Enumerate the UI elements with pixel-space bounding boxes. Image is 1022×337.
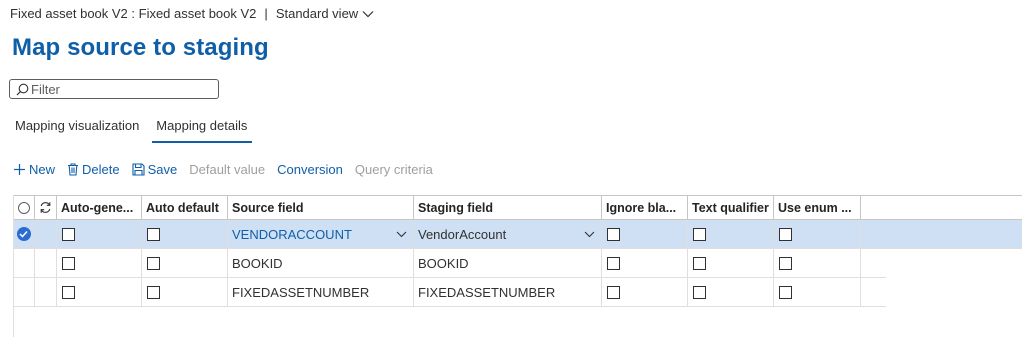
table-row[interactable]: BOOKID BOOKID xyxy=(13,249,886,278)
filter-box[interactable] xyxy=(9,79,219,99)
checkbox-box xyxy=(693,256,706,270)
staging-field-value[interactable]: FIXEDASSETNUMBER xyxy=(414,278,602,306)
save-button[interactable]: Save xyxy=(132,162,178,177)
refresh-icon xyxy=(40,202,51,213)
source-field-value: VENDORACCOUNT xyxy=(232,226,352,242)
col-header-text-qualifier[interactable]: Text qualifier xyxy=(688,196,774,219)
source-field-dropdown[interactable]: VENDORACCOUNT xyxy=(228,220,414,248)
checkbox-box xyxy=(147,285,160,299)
row-select[interactable] xyxy=(13,278,35,306)
use-enum-checkbox[interactable] xyxy=(774,220,861,248)
checkbox-box xyxy=(62,285,75,299)
checkbox-box xyxy=(62,256,75,270)
grid-body: VENDORACCOUNT VendorAccount BOOKID BOOKI… xyxy=(13,220,1022,307)
new-label: New xyxy=(29,162,56,177)
row-spacer xyxy=(35,220,57,248)
breadcrumb: Fixed asset book V2 : Fixed asset book V… xyxy=(10,6,374,21)
plus-icon xyxy=(13,163,26,176)
checkbox-box xyxy=(607,285,620,299)
view-selector[interactable]: Standard view xyxy=(276,6,374,21)
auto-generated-checkbox[interactable] xyxy=(57,278,142,306)
checkbox-box xyxy=(147,256,160,270)
breadcrumb-separator: | xyxy=(264,6,268,21)
conversion-button[interactable]: Conversion xyxy=(277,162,343,177)
col-header-filler xyxy=(861,196,1022,219)
checkbox-box xyxy=(779,285,792,299)
chevron-down-icon xyxy=(396,231,407,237)
checkbox-box xyxy=(607,227,620,241)
mapping-grid: Auto-gene... Auto default Source field S… xyxy=(13,195,1022,307)
delete-label: Delete xyxy=(82,162,120,177)
ignore-blank-checkbox[interactable] xyxy=(602,249,688,277)
col-header-auto-default[interactable]: Auto default xyxy=(142,196,228,219)
checkbox-box xyxy=(607,256,620,270)
default-value-button[interactable]: Default value xyxy=(189,162,265,177)
checkbox-box xyxy=(779,256,792,270)
col-header-source-field[interactable]: Source field xyxy=(228,196,414,219)
ignore-blank-checkbox[interactable] xyxy=(602,278,688,306)
use-enum-checkbox[interactable] xyxy=(774,249,861,277)
table-row[interactable]: FIXEDASSETNUMBER FIXEDASSETNUMBER xyxy=(13,278,886,307)
checkbox-box xyxy=(693,227,706,241)
table-row[interactable]: VENDORACCOUNT VendorAccount xyxy=(13,220,1022,249)
tab-mapping-visualization[interactable]: Mapping visualization xyxy=(15,118,139,139)
save-label: Save xyxy=(147,162,178,177)
col-header-staging-field[interactable]: Staging field xyxy=(414,196,602,219)
text-qualifier-checkbox[interactable] xyxy=(688,220,774,248)
text-qualifier-checkbox[interactable] xyxy=(688,249,774,277)
filter-input[interactable] xyxy=(30,81,211,97)
source-field-value[interactable]: FIXEDASSETNUMBER xyxy=(228,278,414,306)
entity-name: Fixed asset book V2 : Fixed asset book V… xyxy=(10,6,257,21)
col-header-use-enum[interactable]: Use enum ... xyxy=(774,196,861,219)
refresh-button[interactable] xyxy=(35,196,57,219)
staging-field-value[interactable]: BOOKID xyxy=(414,249,602,277)
tab-mapping-details[interactable]: Mapping details xyxy=(152,118,253,143)
row-select[interactable] xyxy=(13,249,35,277)
trash-icon xyxy=(67,163,79,176)
source-field-value[interactable]: BOOKID xyxy=(228,249,414,277)
auto-default-checkbox[interactable] xyxy=(142,220,228,248)
checkbox-box xyxy=(779,227,792,241)
chevron-down-icon xyxy=(584,231,595,237)
col-header-auto-generated[interactable]: Auto-gene... xyxy=(57,196,142,219)
auto-generated-checkbox[interactable] xyxy=(57,220,142,248)
save-icon xyxy=(132,163,145,176)
delete-button[interactable]: Delete xyxy=(67,162,120,177)
query-criteria-button[interactable]: Query criteria xyxy=(355,162,433,177)
ignore-blank-checkbox[interactable] xyxy=(602,220,688,248)
action-toolbar: New Delete Save Default value Conversion… xyxy=(13,162,445,177)
grid-header-row: Auto-gene... Auto default Source field S… xyxy=(13,195,1022,220)
staging-field-dropdown[interactable]: VendorAccount xyxy=(414,220,602,248)
checkmark-circle-icon xyxy=(16,227,31,241)
chevron-down-icon xyxy=(362,10,374,17)
radio-icon xyxy=(17,201,30,214)
col-header-ignore-blank[interactable]: Ignore bla... xyxy=(602,196,688,219)
new-button[interactable]: New xyxy=(13,162,55,177)
auto-default-checkbox[interactable] xyxy=(142,278,228,306)
use-enum-checkbox[interactable] xyxy=(774,278,861,306)
checkbox-box xyxy=(62,227,75,241)
select-all-radio[interactable] xyxy=(13,196,35,219)
text-qualifier-checkbox[interactable] xyxy=(688,278,774,306)
page-title: Map source to staging xyxy=(12,34,269,61)
staging-field-value: VendorAccount xyxy=(418,226,507,242)
row-spacer xyxy=(35,278,57,306)
row-filler xyxy=(861,220,1022,248)
checkbox-box xyxy=(147,227,160,241)
row-select[interactable] xyxy=(13,220,35,248)
checkbox-box xyxy=(693,285,706,299)
grid-left-border xyxy=(13,195,14,337)
tab-strip: Mapping visualization Mapping details xyxy=(15,118,264,143)
row-spacer xyxy=(35,249,57,277)
auto-generated-checkbox[interactable] xyxy=(57,249,142,277)
search-icon xyxy=(14,81,30,97)
view-name: Standard view xyxy=(275,6,359,21)
auto-default-checkbox[interactable] xyxy=(142,249,228,277)
